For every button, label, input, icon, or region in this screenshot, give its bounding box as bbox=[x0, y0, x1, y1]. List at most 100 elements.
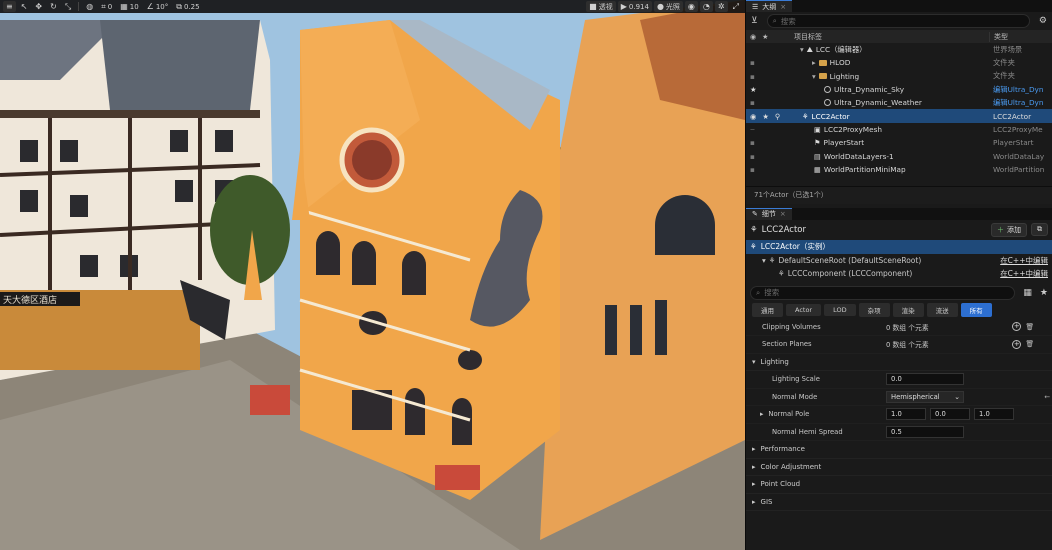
trash-icon[interactable]: 🗑 bbox=[1025, 323, 1034, 331]
add-element-icon[interactable]: + bbox=[1012, 322, 1022, 332]
lighting-group-header[interactable]: ▾ Lighting bbox=[746, 354, 1052, 372]
category-misc[interactable]: 杂项 bbox=[858, 303, 890, 318]
trash-icon[interactable]: 🗑 bbox=[1025, 340, 1034, 348]
filter-icon[interactable]: ⊻ bbox=[746, 16, 763, 26]
normal-pole-z-input[interactable]: 1.0 bbox=[974, 408, 1014, 421]
settings-button[interactable]: ✲ bbox=[714, 1, 728, 12]
outliner-row[interactable]: ▾ ⛰ LCC（编辑器） 世界场景 bbox=[746, 43, 1052, 56]
expand-arrow-icon[interactable]: ▸ bbox=[812, 58, 816, 67]
tab-outliner[interactable]: ☰ 大纲 × bbox=[746, 0, 793, 12]
visibility-toggle-icon[interactable]: ▪ bbox=[750, 152, 755, 161]
outliner-search-input[interactable]: ⌕ 搜索 bbox=[766, 14, 1030, 28]
row-type: 文件夹 bbox=[993, 71, 1015, 81]
normal-pole-y-input[interactable]: 0.0 bbox=[930, 408, 970, 421]
expand-arrow-icon[interactable]: ▾ bbox=[800, 45, 804, 54]
edit-in-cpp-link[interactable]: 在C++中编辑 bbox=[1000, 268, 1048, 279]
expand-arrow-icon[interactable]: ▾ bbox=[812, 72, 816, 81]
visibility-toggle-icon[interactable]: ▪ bbox=[750, 165, 755, 174]
normal-mode-dropdown[interactable]: Hemispherical ⌄ bbox=[886, 390, 964, 403]
details-search-input[interactable]: ⌕ 搜索 bbox=[750, 285, 1016, 300]
row-type-link[interactable]: 编辑Ultra_Dyn bbox=[989, 85, 1052, 95]
row-label: LCC（编辑器） bbox=[815, 44, 867, 54]
scale-snap-button[interactable]: ⧉ 0.25 bbox=[173, 1, 202, 12]
outliner-row[interactable]: ⌣ ▣ LCC2ProxyMesh LCC2ProxyMe bbox=[746, 123, 1052, 136]
select-mode-button[interactable]: ↖ bbox=[18, 1, 31, 12]
component-row[interactable]: ⚘ LCCComponent (LCCComponent) 在C++中编辑 bbox=[746, 267, 1052, 280]
close-icon[interactable]: × bbox=[780, 3, 786, 11]
rotation-snap-button[interactable]: ∠ 10° bbox=[144, 1, 172, 12]
visibility-column-header[interactable]: ◉ ★ bbox=[746, 33, 794, 41]
world-local-button[interactable]: ◍ bbox=[83, 1, 96, 12]
add-component-button[interactable]: ＋添加 bbox=[991, 222, 1027, 237]
show-flags-button[interactable]: ◉ bbox=[684, 1, 698, 12]
outliner-row[interactable]: ▪ Ultra_Dynamic_Weather 编辑Ultra_Dyn bbox=[746, 96, 1052, 109]
pin-icon[interactable]: ⚲ bbox=[775, 112, 780, 121]
visibility-toggle-icon[interactable]: ▪ bbox=[750, 98, 755, 107]
outliner-row[interactable]: ★ Ultra_Dynamic_Sky 编辑Ultra_Dyn bbox=[746, 83, 1052, 96]
visibility-toggle-icon[interactable]: ▪ bbox=[750, 72, 755, 81]
star-icon[interactable]: ★ bbox=[750, 85, 757, 94]
type-column-header[interactable]: 类型 bbox=[989, 31, 1052, 42]
grid-snap-button[interactable]: ▦ 10 bbox=[117, 1, 141, 12]
visibility-toggle-icon[interactable]: ▪ bbox=[750, 58, 755, 67]
level-viewport[interactable]: 天大德区酒店 ≡ ↖ ✥ ↻ ⤡ ◍ ⌗ 0 ▦ 10 ∠ 10° ⧉ 0.25… bbox=[0, 0, 745, 550]
surface-snap-button[interactable]: ⌗ 0 bbox=[98, 1, 115, 12]
table-view-icon[interactable]: ▦ bbox=[1019, 288, 1036, 298]
color-adjustment-group-header[interactable]: ▸ Color Adjustment bbox=[746, 459, 1052, 477]
add-element-icon[interactable]: + bbox=[1012, 339, 1022, 349]
settings-icon[interactable]: ⚙ bbox=[1034, 16, 1052, 26]
expand-arrow-icon[interactable]: ▸ bbox=[760, 410, 763, 418]
translate-mode-button[interactable]: ✥ bbox=[32, 1, 45, 12]
outliner-row[interactable]: ▪ ▾ Lighting 文件夹 bbox=[746, 70, 1052, 83]
viewport-menu-button[interactable]: ≡ bbox=[3, 1, 16, 12]
performance-button[interactable]: ◔ bbox=[699, 1, 713, 12]
category-lod[interactable]: LOD bbox=[824, 304, 856, 317]
visibility-toggle-icon[interactable]: ▪ bbox=[750, 138, 755, 147]
point-cloud-group-header[interactable]: ▸ Point Cloud bbox=[746, 476, 1052, 494]
folder-icon bbox=[818, 59, 827, 66]
scale-mode-button[interactable]: ⤡ bbox=[62, 1, 74, 12]
expand-arrow-icon[interactable]: ▾ bbox=[762, 256, 766, 265]
component-instance-row[interactable]: ⚘ LCC2Actor（实例） bbox=[746, 239, 1052, 254]
tab-details[interactable]: ✎ 细节 × bbox=[746, 207, 792, 220]
performance-group-header[interactable]: ▸ Performance bbox=[746, 441, 1052, 459]
star-icon[interactable]: ★ bbox=[1036, 288, 1052, 298]
eye-icon[interactable]: ◉ bbox=[750, 112, 756, 121]
category-all[interactable]: 所有 bbox=[960, 303, 992, 318]
camera-speed-button[interactable]: ▶ 0.914 bbox=[617, 1, 652, 12]
normal-pole-x-input[interactable]: 1.0 bbox=[886, 408, 926, 421]
outliner-row[interactable]: ▪ ⚑ PlayerStart PlayerStart bbox=[746, 136, 1052, 149]
lit-mode-button[interactable]: ● 光照 bbox=[653, 1, 683, 12]
category-actor[interactable]: Actor bbox=[786, 304, 822, 317]
category-streaming[interactable]: 流送 bbox=[926, 303, 958, 318]
blueprint-button[interactable]: ⧉ bbox=[1031, 223, 1048, 237]
close-icon[interactable]: × bbox=[780, 210, 786, 218]
row-type-link[interactable]: 编辑Ultra_Dyn bbox=[989, 98, 1052, 108]
outliner-status: 71个Actor（已选1个） bbox=[746, 185, 1052, 204]
reset-arrow-icon[interactable]: ← bbox=[1044, 393, 1050, 401]
rotate-mode-button[interactable]: ↻ bbox=[47, 1, 60, 12]
outliner-row[interactable]: ▪ ▸ HLOD 文件夹 bbox=[746, 56, 1052, 69]
category-general[interactable]: 通用 bbox=[752, 303, 783, 318]
angle-icon: ∠ bbox=[146, 1, 154, 11]
outliner-row[interactable]: ▪ ▤ WorldDataLayers-1 WorldDataLay bbox=[746, 149, 1052, 162]
details-tab-label: 细节 bbox=[761, 210, 776, 219]
edit-in-cpp-link[interactable]: 在C++中编辑 bbox=[1000, 255, 1048, 266]
star-icon[interactable]: ★ bbox=[762, 112, 769, 121]
gis-group-header[interactable]: ▸ GIS bbox=[746, 494, 1052, 512]
lighting-scale-input[interactable]: 0.0 bbox=[886, 373, 964, 386]
view-mode-button[interactable]: ■ 透视 bbox=[586, 1, 616, 12]
hidden-eye-icon[interactable]: ⌣ bbox=[750, 124, 755, 134]
normal-hemi-spread-input[interactable]: 0.5 bbox=[886, 425, 964, 438]
expand-arrow-icon: ▸ bbox=[752, 462, 756, 471]
component-row[interactable]: ▾ ⚘ DefaultSceneRoot (DefaultSceneRoot) 在C… bbox=[746, 254, 1052, 267]
clipping-volumes-property: Clipping Volumes 0 数组 个元素 + 🗑 bbox=[746, 319, 1052, 337]
expand-arrow-icon: ▸ bbox=[752, 497, 756, 506]
outliner-row-selected[interactable]: ◉ ★ ⚲ ⚘ LCC2Actor LCC2Actor bbox=[746, 109, 1052, 123]
category-rendering[interactable]: 渲染 bbox=[892, 303, 924, 318]
plus-icon: ＋ bbox=[997, 225, 1004, 234]
label-column-header[interactable]: 项目标签 bbox=[794, 32, 989, 42]
maximize-button[interactable]: ⤢ bbox=[730, 1, 742, 12]
details-actor-name[interactable]: LCC2Actor bbox=[762, 225, 806, 235]
outliner-row[interactable]: ▪ ▦ WorldPartitionMiniMap WorldPartition bbox=[746, 163, 1052, 176]
